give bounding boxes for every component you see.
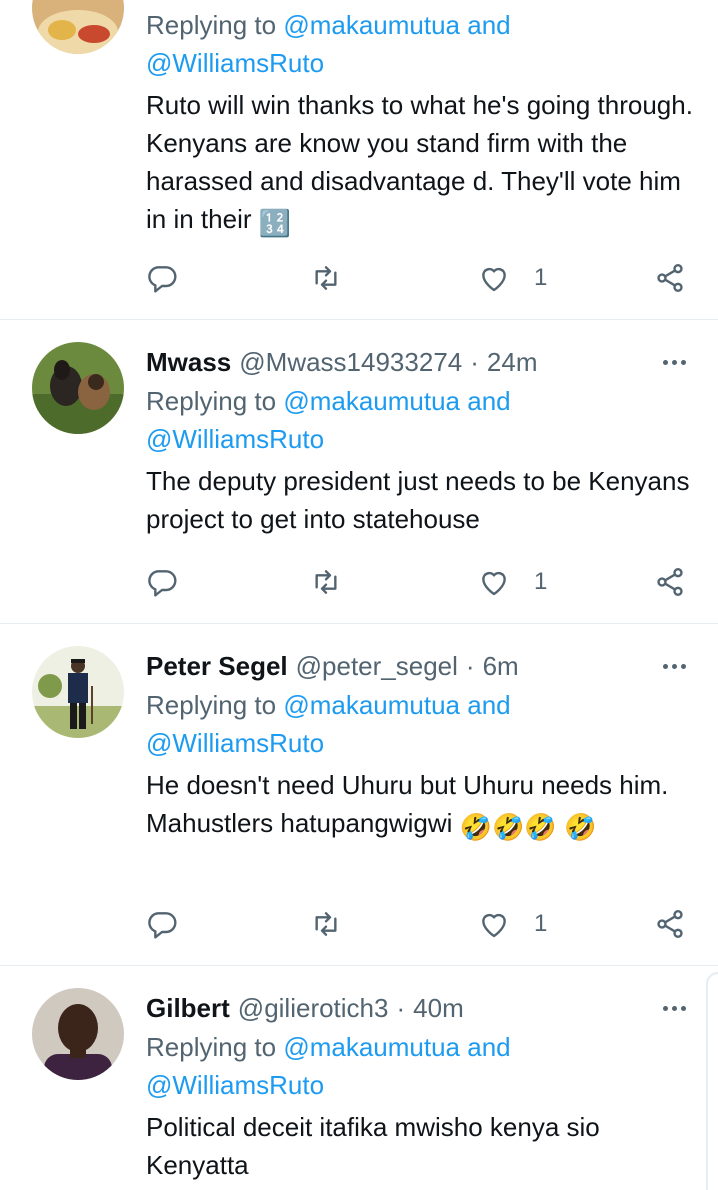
tweet-text: The deputy president just needs to be Ke… <box>146 466 690 534</box>
retweet-button[interactable] <box>310 904 342 944</box>
reply-icon <box>148 912 177 939</box>
like-count: 1 <box>534 568 548 595</box>
retweet-icon <box>315 266 337 290</box>
mention-link[interactable]: @WilliamsRuto <box>146 1070 324 1100</box>
tweet-header: Peter Segel @peter_segel · 6m <box>146 646 694 686</box>
mention-link[interactable]: @makaumutua <box>283 386 460 416</box>
reply-prefix: Replying to <box>146 690 277 720</box>
timestamp[interactable]: 40m <box>413 993 464 1024</box>
laughing-emoji: 🤣🤣🤣 🤣 <box>459 812 597 842</box>
input-numbers-emoji: 🔢 <box>258 208 292 238</box>
more-icon <box>662 359 668 365</box>
retweet-icon <box>315 570 337 594</box>
display-name[interactable]: Mwass <box>146 347 231 378</box>
separator-dot: · <box>465 650 475 681</box>
tweet-1[interactable]: Mwass @Mwass14933274 · 24m Replying to @… <box>0 320 718 624</box>
tweet-text: Ruto will win thanks to what he's going … <box>146 86 694 242</box>
tweet-body: Ruto will win thanks to what he's going … <box>146 90 693 234</box>
share-button[interactable] <box>654 258 686 298</box>
more-icon <box>662 1005 668 1011</box>
like-button[interactable]: 1 <box>478 258 547 298</box>
separator-dot: · <box>470 346 479 377</box>
reply-button[interactable] <box>146 258 178 298</box>
tweet-text: He doesn't need Uhuru but Uhuru needs hi… <box>146 766 694 846</box>
timestamp[interactable]: 6m <box>483 651 519 682</box>
more-button[interactable] <box>654 646 694 686</box>
reply-icon <box>148 570 177 597</box>
and-text: and <box>467 690 511 720</box>
mention-link[interactable]: @WilliamsRuto <box>146 48 324 78</box>
timestamp[interactable]: 24m <box>487 347 538 378</box>
reply-prefix: Replying to <box>146 10 277 40</box>
tweet-header: Mwass @Mwass14933274 · 24m <box>146 342 694 382</box>
avatar[interactable] <box>32 342 124 434</box>
like-button[interactable]: 1 <box>478 904 547 944</box>
display-name[interactable]: Gilbert <box>146 993 230 1024</box>
reply-context: Replying to @makaumutua and @WilliamsRut… <box>146 686 694 762</box>
reply-context: Replying to @makaumutua and @WilliamsRut… <box>146 1028 694 1104</box>
mention-link[interactable]: @makaumutua <box>283 690 460 720</box>
heart-icon <box>482 267 506 292</box>
avatar[interactable] <box>32 646 124 738</box>
tweet-text: Political deceit itafika mwisho kenya si… <box>146 1112 600 1180</box>
share-button[interactable] <box>654 562 686 602</box>
reply-button[interactable] <box>146 904 178 944</box>
reply-prefix: Replying to <box>146 386 277 416</box>
reply-icon <box>148 266 177 293</box>
mention-link[interactable]: @WilliamsRuto <box>146 728 324 758</box>
user-handle[interactable]: @Mwass14933274 <box>239 347 462 378</box>
reply-context: Replying to @makaumutua and @WilliamsRut… <box>146 6 694 82</box>
user-handle[interactable]: @gilierotich3 <box>238 993 389 1024</box>
and-text: and <box>467 386 511 416</box>
reply-button[interactable] <box>146 562 178 602</box>
share-icon <box>657 910 683 938</box>
and-text: and <box>467 10 511 40</box>
retweet-button[interactable] <box>310 258 342 298</box>
tweet-header: Gilbert @gilierotich3 · 40m <box>146 988 694 1028</box>
more-icon <box>662 663 668 669</box>
retweet-button[interactable] <box>310 562 342 602</box>
more-button[interactable] <box>654 342 694 382</box>
more-button[interactable] <box>654 988 694 1028</box>
tweet-0[interactable]: Replying to @makaumutua and @WilliamsRut… <box>0 0 718 320</box>
floating-panel-edge <box>706 972 718 1190</box>
reply-prefix: Replying to <box>146 1032 277 1062</box>
reply-context: Replying to @makaumutua and @WilliamsRut… <box>146 382 694 458</box>
display-name[interactable]: Peter Segel <box>146 651 288 682</box>
separator-dot: · <box>396 992 406 1023</box>
tweet-3[interactable]: Gilbert @gilierotich3 · 40m Replying to … <box>0 966 718 1190</box>
like-count: 1 <box>534 264 548 291</box>
mention-link[interactable]: @makaumutua <box>283 1032 460 1062</box>
mention-link[interactable]: @makaumutua <box>283 10 460 40</box>
mention-link[interactable]: @WilliamsRuto <box>146 424 324 454</box>
like-button[interactable]: 1 <box>478 562 547 602</box>
retweet-icon <box>315 912 337 936</box>
avatar[interactable] <box>32 988 124 1080</box>
share-icon <box>657 568 683 596</box>
like-count: 1 <box>534 910 548 937</box>
heart-icon <box>482 571 506 596</box>
avatar[interactable] <box>32 0 124 54</box>
share-button[interactable] <box>654 904 686 944</box>
user-handle[interactable]: @peter_segel <box>296 651 458 682</box>
tweet-2[interactable]: Peter Segel @peter_segel · 6m Replying t… <box>0 624 718 966</box>
share-icon <box>657 264 683 292</box>
and-text: and <box>467 1032 511 1062</box>
heart-icon <box>482 913 506 938</box>
